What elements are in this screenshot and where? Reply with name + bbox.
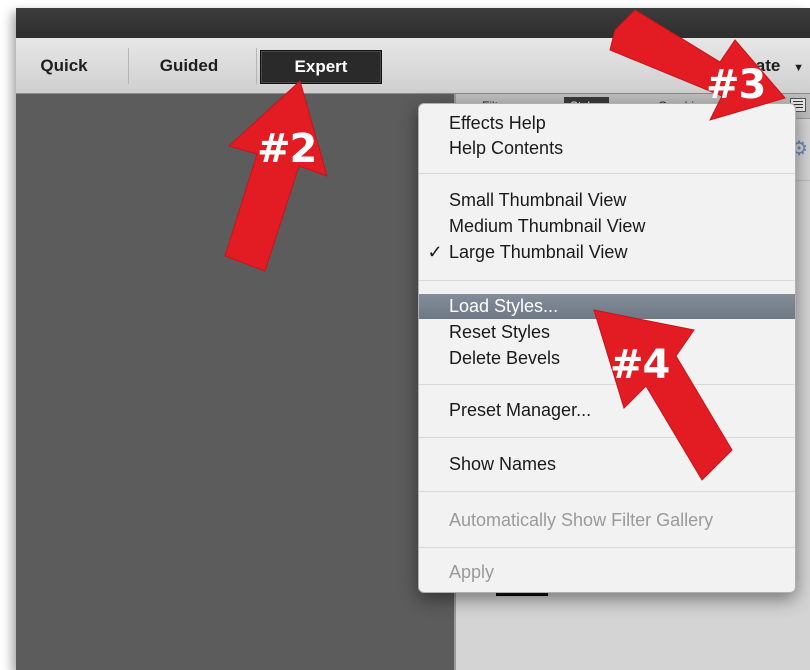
menu-item-apply: Apply	[449, 562, 495, 582]
tab-quick[interactable]: Quick	[34, 50, 94, 82]
menu-item-medium-thumbnail-view[interactable]: Medium Thumbnail View	[419, 214, 795, 239]
menu-item-auto-show-filter-gallery: Automatically Show Filter Gallery	[449, 510, 714, 530]
annotation-label-4: #4	[610, 342, 670, 388]
annotation-arrow-3: #3	[609, 9, 810, 130]
annotation-label-2: #2	[257, 126, 317, 172]
menu-separator	[419, 173, 795, 174]
menu-item-large-thumbnail-view[interactable]: ✓ Large Thumbnail View	[419, 240, 795, 265]
mode-divider	[128, 48, 129, 84]
annotation-arrow-2: #2	[205, 76, 335, 276]
menu-separator	[419, 547, 795, 548]
checkmark-icon: ✓	[427, 242, 443, 262]
menu-item-small-thumbnail-view[interactable]: Small Thumbnail View	[419, 188, 795, 213]
menu-item-help-contents[interactable]: Help Contents	[419, 136, 795, 161]
menu-separator	[419, 280, 795, 281]
annotation-label-3: #3	[706, 62, 766, 108]
menu-item-label: Large Thumbnail View	[449, 242, 628, 262]
annotation-arrow-4: #4	[593, 300, 764, 500]
